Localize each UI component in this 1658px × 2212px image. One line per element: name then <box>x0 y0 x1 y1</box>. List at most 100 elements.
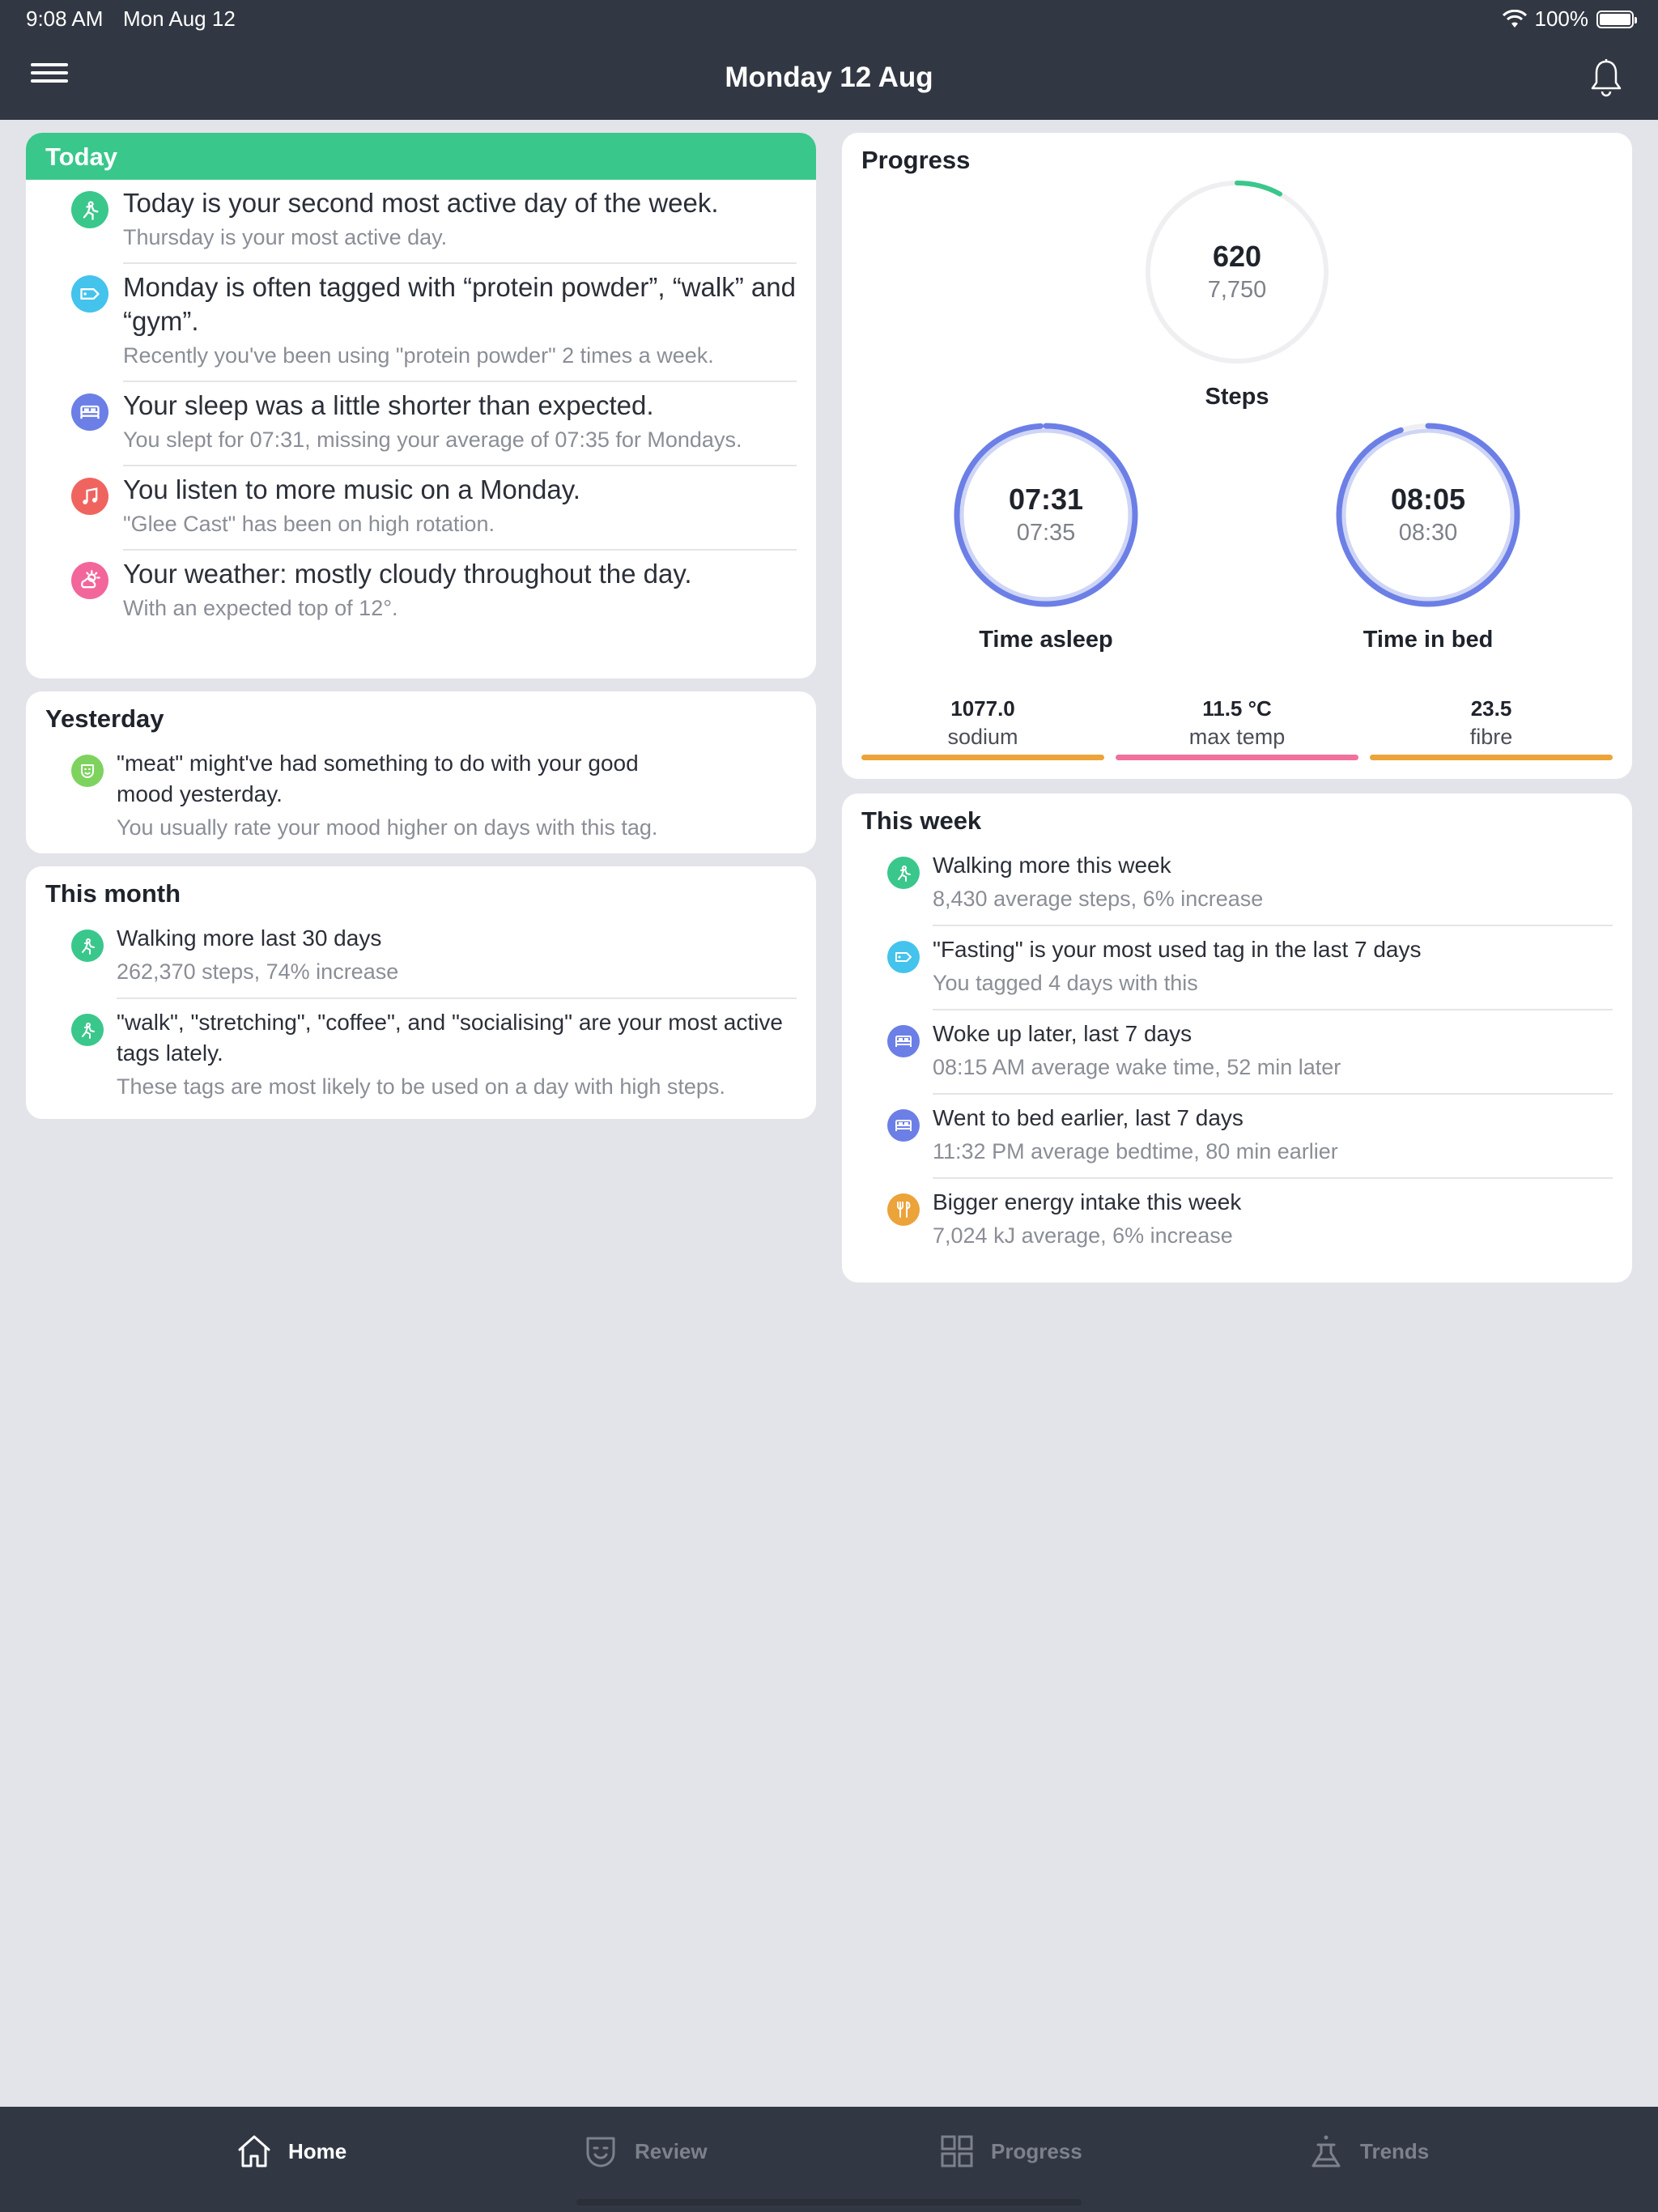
this-week-item[interactable]: "Fasting" is your most used tag in the l… <box>842 926 1632 1009</box>
this-week-item-title: "Fasting" is your most used tag in the l… <box>933 937 1422 962</box>
steps-label: Steps <box>1205 384 1269 410</box>
time-in-bed-label: Time in bed <box>1363 627 1494 653</box>
stat-bar <box>861 755 1104 760</box>
yesterday-item-detail: You usually rate your mood higher on day… <box>117 815 658 840</box>
this-week-item[interactable]: Bigger energy intake this week 7,024 kJ a… <box>842 1179 1632 1261</box>
home-icon <box>238 2135 270 2167</box>
home-indicator <box>576 2199 1082 2206</box>
today-item-title: You listen to more music on a Monday. <box>123 474 580 504</box>
bed-icon <box>887 1025 920 1057</box>
stat-sodium[interactable]: 1077.0 sodium <box>861 696 1104 760</box>
today-item[interactable]: Today is your second most active day of … <box>26 180 816 262</box>
time-in-bed-value: 08:05 <box>1390 483 1466 516</box>
time-in-bed-ring[interactable]: 08:05 08:30 Time in bed <box>1334 421 1522 664</box>
yesterday-title: Yesterday <box>45 704 164 733</box>
bed-icon <box>71 393 108 431</box>
this-month-item[interactable]: Walking more last 30 days 262,370 steps, … <box>26 915 816 998</box>
stat-fibre[interactable]: 23.5 fibre <box>1370 696 1613 760</box>
weather-icon <box>71 562 108 599</box>
this-week-list: Walking more this week 8,430 average step… <box>842 842 1632 1261</box>
walking-icon <box>71 929 104 962</box>
notifications-button[interactable] <box>1588 58 1624 97</box>
today-item-title: Your weather: mostly cloudy throughout t… <box>123 559 692 589</box>
this-week-item-title: Bigger energy intake this week <box>933 1189 1242 1214</box>
today-card: Today Today is your second most active d… <box>26 133 816 678</box>
this-month-card: This month Walking more last 30 days 262,… <box>26 866 816 1119</box>
yesterday-list: "meat" might've had something to do with… <box>26 740 816 853</box>
steps-ring[interactable]: 620 7,750 Steps <box>1143 178 1331 421</box>
this-week-item[interactable]: Woke up later, last 7 days 08:15 AM avera… <box>842 1010 1632 1093</box>
this-week-title: This week <box>861 806 982 835</box>
this-month-list: Walking more last 30 days 262,370 steps, … <box>26 915 816 1112</box>
battery-percent: 100% <box>1534 6 1589 31</box>
this-month-title: This month <box>45 879 181 908</box>
time-asleep-ring[interactable]: 07:31 07:35 Time asleep <box>952 421 1140 664</box>
this-week-item-title: Walking more this week <box>933 853 1171 878</box>
music-icon <box>71 478 108 515</box>
bell-icon <box>1591 59 1622 97</box>
time-in-bed-target: 08:30 <box>1398 520 1458 546</box>
yesterday-card: Yesterday "meat" might've had something … <box>26 691 816 853</box>
today-item-detail: Recently you've been using "protein powd… <box>123 343 714 368</box>
today-item[interactable]: Your weather: mostly cloudy throughout t… <box>26 551 816 633</box>
stat-max-temp[interactable]: 11.5 °C max temp <box>1116 696 1358 760</box>
today-item-detail: With an expected top of 12°. <box>123 596 398 620</box>
battery-icon <box>1596 10 1637 28</box>
this-week-item-title: Went to bed earlier, last 7 days <box>933 1105 1244 1130</box>
flask-icon <box>1312 2135 1341 2167</box>
stat-value: 1077.0 <box>950 696 1015 721</box>
this-month-item-title: "walk", "stretching", "coffee", and "soc… <box>117 1010 783 1066</box>
walking-icon <box>71 191 108 228</box>
tab-progress-label: Progress <box>991 2138 1082 2163</box>
progress-title: Progress <box>861 146 971 174</box>
this-month-item-detail: These tags are most likely to be used on… <box>117 1074 725 1099</box>
stat-name: sodium <box>947 725 1018 749</box>
today-item-title: Your sleep was a little shorter than exp… <box>123 390 654 420</box>
tab-home-label: Home <box>288 2138 347 2163</box>
mood-icon <box>586 2137 615 2167</box>
this-week-item-detail: 11:32 PM average bedtime, 80 min earlier <box>933 1139 1338 1163</box>
today-item-title: Monday is often tagged with “protein pow… <box>123 272 796 336</box>
tab-trends-label: Trends <box>1360 2138 1430 2163</box>
tab-review-label: Review <box>635 2138 708 2163</box>
today-list: Today is your second most active day of … <box>26 180 816 633</box>
today-item-detail: "Glee Cast" has been on high rotation. <box>123 512 495 536</box>
wifi-icon <box>1502 9 1527 28</box>
status-time: 9:08 AM <box>26 6 104 31</box>
this-week-item[interactable]: Went to bed earlier, last 7 days 11:32 PM… <box>842 1095 1632 1177</box>
today-item-detail: Thursday is your most active day. <box>123 225 448 249</box>
time-asleep-target: 07:35 <box>1016 520 1076 546</box>
progress-card: Progress 620 7,750 Steps 07:31 07:35 Tim… <box>842 133 1632 779</box>
this-week-item[interactable]: Walking more this week 8,430 average step… <box>842 842 1632 925</box>
time-asleep-value: 07:31 <box>1008 483 1084 516</box>
this-month-item[interactable]: "walk", "stretching", "coffee", and "soc… <box>26 999 816 1112</box>
tab-progress[interactable]: Progress <box>937 2129 1082 2173</box>
page-title: Monday 12 Aug <box>725 62 933 93</box>
steps-value: 620 <box>1212 240 1262 273</box>
stat-value: 11.5 °C <box>1202 696 1272 721</box>
stat-value: 23.5 <box>1470 696 1512 721</box>
stat-bar <box>1116 755 1358 760</box>
tab-home[interactable]: Home <box>235 2129 346 2173</box>
top-bar: 9:08 AM Mon Aug 12 100% Monday 12 Aug <box>0 0 1658 120</box>
this-week-card: This week Walking more this week 8,430 av… <box>842 793 1632 1283</box>
tab-review[interactable]: Review <box>581 2129 708 2173</box>
this-week-item-detail: 8,430 average steps, 6% increase <box>933 887 1264 911</box>
stat-bar <box>1370 755 1613 760</box>
today-item[interactable]: Monday is often tagged with “protein pow… <box>26 264 816 381</box>
status-date: Mon Aug 12 <box>123 6 236 31</box>
status-right: 100% <box>1502 6 1637 32</box>
today-item[interactable]: You listen to more music on a Monday. "Gl… <box>26 466 816 549</box>
grid-icon <box>941 2135 973 2167</box>
today-item-detail: You slept for 07:31, missing your averag… <box>123 428 742 452</box>
today-item[interactable]: Your sleep was a little shorter than exp… <box>26 382 816 465</box>
walking-icon <box>71 1014 104 1046</box>
tab-trends[interactable]: Trends <box>1307 2129 1429 2173</box>
time-asleep-label: Time asleep <box>979 627 1113 653</box>
yesterday-item[interactable]: "meat" might've had something to do with… <box>26 740 816 853</box>
steps-target: 7,750 <box>1207 277 1267 303</box>
yesterday-item-title: "meat" might've had something to do with… <box>117 751 639 806</box>
today-title: Today <box>26 133 816 180</box>
today-item-title: Today is your second most active day of … <box>123 188 719 218</box>
walking-icon <box>887 857 920 889</box>
